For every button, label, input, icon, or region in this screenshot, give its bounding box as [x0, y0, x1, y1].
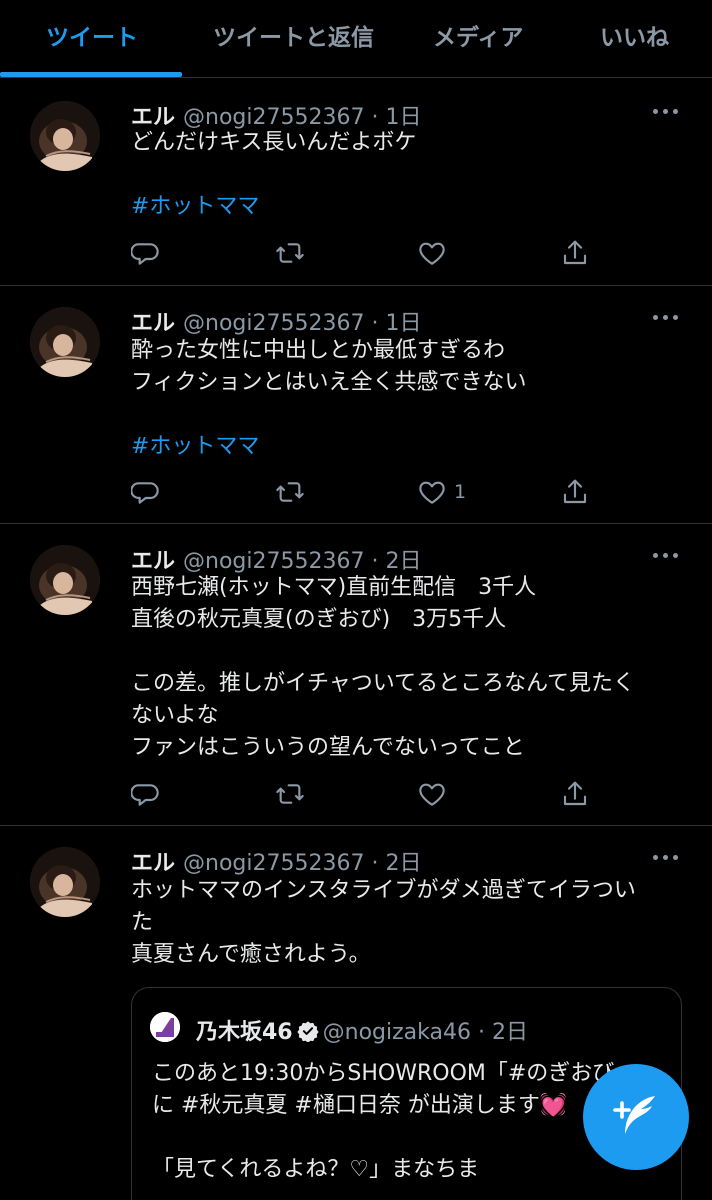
- tweet-actions: 1: [131, 475, 601, 509]
- tweet-item[interactable]: エル @nogi27552367 · 1日 どんだけキス長いんだよボケ #ホットマ…: [0, 79, 712, 286]
- compose-tweet-button[interactable]: [583, 1064, 689, 1170]
- tweet-text-line: どんだけキス長いんだよボケ: [131, 130, 417, 155]
- heart-icon[interactable]: [416, 777, 454, 811]
- quoted-author-handle-time: @nogizaka46 · 2日: [322, 1020, 528, 1045]
- reply-icon[interactable]: [131, 777, 163, 811]
- author-name[interactable]: エル: [131, 851, 175, 876]
- tweet-text-line: ファンはこういうの望んでないってこと: [131, 735, 525, 760]
- reply-icon[interactable]: [131, 475, 163, 509]
- retweet-icon[interactable]: [274, 236, 306, 270]
- nogizaka46-logo: [150, 1012, 180, 1042]
- quoted-author-name[interactable]: 乃木坂46: [196, 1020, 293, 1045]
- tab-tweets-and-replies[interactable]: ツイートと返信: [213, 18, 374, 52]
- share-icon[interactable]: [559, 236, 591, 270]
- share-icon[interactable]: [559, 777, 591, 811]
- more-icon[interactable]: [651, 307, 681, 327]
- tweet-text-line: た: [131, 910, 154, 935]
- retweet-icon[interactable]: [274, 777, 306, 811]
- tweet-text: 酔った女性に中出しとか最低すぎるわ フィクションとはいえ全く共感できない #ホッ…: [131, 335, 676, 463]
- heart-icon[interactable]: 1: [416, 475, 466, 509]
- quoted-tweet-header: 乃木坂46 @nogizaka46 · 2日: [196, 1014, 528, 1046]
- tweet-actions: [131, 236, 601, 270]
- author-handle-time: @nogi27552367 · 2日: [183, 549, 422, 574]
- author-handle-time: @nogi27552367 · 1日: [183, 311, 422, 336]
- tweet-text-line: 直後の秋元真夏(のぎおび) 3万5千人: [131, 607, 507, 632]
- more-icon[interactable]: [651, 545, 681, 565]
- tweet-text-line: 真夏さんで癒されよう。: [131, 942, 371, 967]
- tab-media[interactable]: メディア: [433, 18, 523, 52]
- profile-tabs: ツイート ツイートと返信 メディア いいね: [0, 0, 712, 78]
- tweet-text-line: ないよな: [131, 703, 219, 728]
- more-icon[interactable]: [651, 847, 681, 867]
- compose-tweet-icon: [613, 1096, 655, 1134]
- reply-icon[interactable]: [131, 236, 163, 270]
- retweet-icon[interactable]: [274, 475, 306, 509]
- tweet-text-line: 西野七瀬(ホットママ)直前生配信 3千人: [131, 575, 537, 600]
- more-icon[interactable]: [651, 101, 681, 121]
- tweet-text-line: この差。推しがイチャついてるところなんて見たく: [131, 671, 636, 696]
- tweet-item[interactable]: エル @nogi27552367 · 2日 西野七瀬(ホットママ)直前生配信 3千…: [0, 525, 712, 826]
- quoted-text-line: 「見てくれるよね？♡」まなちま: [152, 1157, 480, 1182]
- hashtag-link[interactable]: #ホットママ: [131, 191, 676, 223]
- tweet-item[interactable]: エル @nogi27552367 · 1日 酔った女性に中出しとか最低すぎるわ フ…: [0, 287, 712, 524]
- author-name[interactable]: エル: [131, 311, 175, 336]
- avatar[interactable]: [30, 101, 100, 171]
- avatar[interactable]: [30, 847, 100, 917]
- tweet-text-line: 酔った女性に中出しとか最低すぎるわ: [131, 338, 506, 363]
- avatar[interactable]: [30, 545, 100, 615]
- heart-emoji: 💓: [539, 1093, 568, 1118]
- author-name[interactable]: エル: [131, 549, 175, 574]
- avatar[interactable]: [30, 307, 100, 377]
- tweet-header: エル @nogi27552367 · 2日: [131, 845, 421, 877]
- share-icon[interactable]: [559, 475, 591, 509]
- tweet-header: エル @nogi27552367 · 1日: [131, 305, 421, 337]
- like-count: 1: [454, 481, 467, 503]
- hashtag-link[interactable]: #ホットママ: [131, 431, 676, 463]
- quoted-text-line: に #秋元真夏 #樋口日奈 が出演します: [152, 1093, 540, 1118]
- tab-likes[interactable]: いいね: [600, 18, 669, 52]
- tweet-text-line: フィクションとはいえ全く共感できない: [131, 370, 527, 395]
- tweet-text: どんだけキス長いんだよボケ #ホットママ: [131, 127, 676, 223]
- tweet-text-line: ホットママのインスタライブがダメ過ぎてイラつい: [131, 878, 636, 903]
- tweet-text-line: [131, 636, 676, 668]
- verified-badge-icon: [296, 1020, 319, 1043]
- tab-tweets[interactable]: ツイート: [46, 18, 138, 52]
- tweet-header: エル @nogi27552367 · 2日: [131, 543, 421, 575]
- tweet-text: 西野七瀬(ホットママ)直前生配信 3千人 直後の秋元真夏(のぎおび) 3万5千人…: [131, 572, 676, 764]
- heart-icon[interactable]: [416, 236, 454, 270]
- active-tab-indicator: [0, 72, 182, 77]
- author-handle-time: @nogi27552367 · 2日: [183, 851, 422, 876]
- tweet-text: ホットママのインスタライブがダメ過ぎてイラつい た 真夏さんで癒されよう。: [131, 875, 676, 971]
- tweet-actions: [131, 777, 601, 811]
